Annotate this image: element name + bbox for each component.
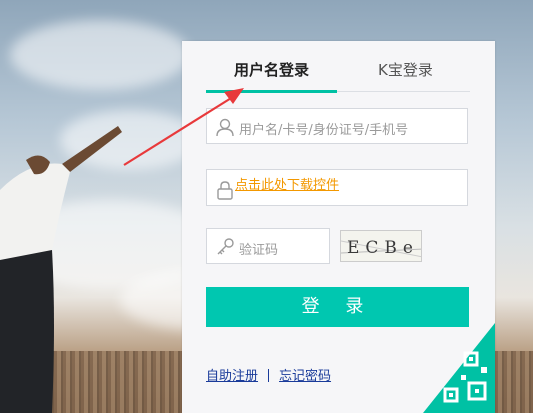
user-icon [216,118,234,137]
password-control-field[interactable]: 点击此处下载控件 [206,169,468,206]
footer-links: 自助注册 忘记密码 [206,365,331,384]
username-placeholder: 用户名/卡号/身份证号/手机号 [239,123,409,138]
captcha-placeholder: 验证码 [239,243,279,258]
link-separator [268,369,270,382]
lock-icon [217,181,233,200]
tab-kbao-login[interactable]: K宝登录 [378,59,433,89]
captcha-input[interactable]: 验证码 [206,228,330,264]
register-link[interactable]: 自助注册 [206,369,258,384]
person-figure [0,126,122,413]
login-panel: 用户名登录 K宝登录 用户名/卡号/身份证号/手机号 点击此处下载控件 验证码 … [182,41,495,413]
captcha-text: ECBe [347,238,419,258]
forgot-password-link[interactable]: 忘记密码 [279,369,331,384]
qr-code-icon[interactable] [423,323,495,413]
login-tabs: 用户名登录 K宝登录 [206,59,470,93]
tab-username-login[interactable]: 用户名登录 [234,59,309,89]
key-icon [217,238,234,255]
download-control-link[interactable]: 点击此处下载控件 [235,174,339,193]
login-button[interactable]: 登 录 [206,287,469,327]
active-tab-indicator [206,90,337,93]
captcha-image[interactable]: ECBe [340,230,422,262]
username-input[interactable]: 用户名/卡号/身份证号/手机号 [206,108,468,144]
